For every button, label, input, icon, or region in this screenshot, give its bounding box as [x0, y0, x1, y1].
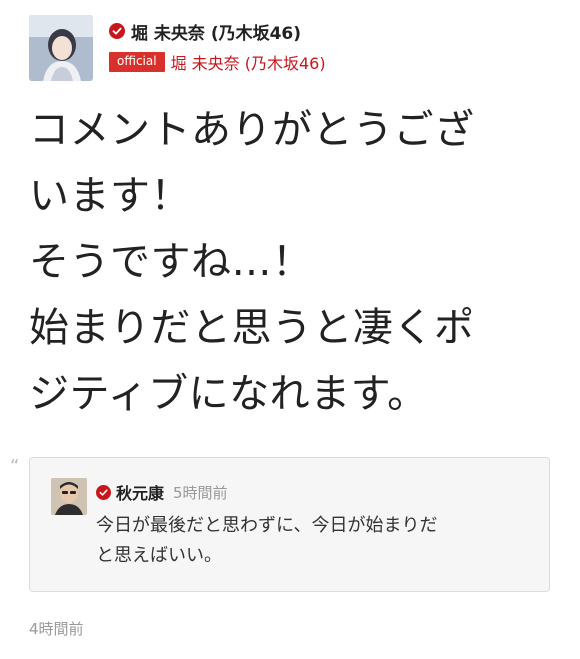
- quoted-header: 秋元康 5時間前: [96, 480, 228, 504]
- quoted-post[interactable]: 秋元康 5時間前 今日が最後だと思わずに、今日が始まりだ と思えばいい。: [29, 457, 550, 592]
- verified-check-icon: [109, 23, 125, 39]
- official-name[interactable]: 堀 未央奈 (乃木坂46): [171, 50, 326, 74]
- verified-check-icon: [96, 484, 111, 500]
- quoted-author-name[interactable]: 秋元康: [116, 480, 164, 504]
- quoted-text: 今日が最後だと思わずに、今日が始まりだ と思えばいい。: [96, 515, 438, 566]
- author-name-line: 堀 未央奈 (乃木坂46): [109, 19, 301, 44]
- post-body: コメントありがとうござ います！ そうですね…！ 始まりだと思うと凄くポ ジティ…: [29, 107, 475, 417]
- quote-mark-icon: “: [10, 456, 20, 477]
- official-line: official 堀 未央奈 (乃木坂46): [109, 51, 326, 73]
- post-card: 堀 未央奈 (乃木坂46) official 堀 未央奈 (乃木坂46) コメン…: [0, 0, 580, 659]
- post-timestamp: 4時間前: [29, 620, 84, 638]
- author-name[interactable]: 堀 未央奈 (乃木坂46): [131, 19, 301, 44]
- quoted-time: 5時間前: [173, 483, 228, 502]
- post-header: 堀 未央奈 (乃木坂46) official 堀 未央奈 (乃木坂46): [29, 15, 549, 83]
- official-badge: official: [109, 52, 165, 72]
- quoted-author-avatar[interactable]: [51, 478, 87, 515]
- author-avatar[interactable]: [29, 15, 93, 81]
